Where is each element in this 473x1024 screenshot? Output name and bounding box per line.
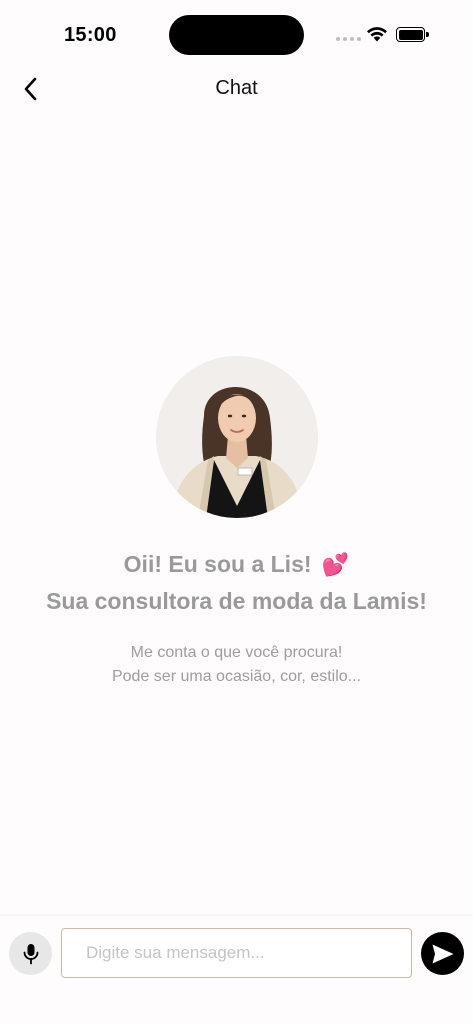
page-title: Chat	[215, 77, 258, 99]
send-button[interactable]	[421, 932, 464, 975]
greeting-line-2: Sua consultora de moda da Lamis!	[46, 588, 427, 614]
greeting-heading: Oii! Eu sou a Lis! 💕 Sua consultora de m…	[0, 546, 473, 619]
dynamic-island	[169, 15, 304, 55]
subtitle-line-2: Pode ser uma ocasião, cor, estilo...	[111, 668, 361, 685]
mic-button[interactable]	[9, 932, 52, 975]
assistant-avatar	[155, 356, 318, 518]
microphone-icon	[23, 943, 38, 964]
message-input[interactable]	[61, 928, 412, 978]
battery-icon	[396, 27, 429, 42]
subtitle-line-1: Me conta o que você procura!	[130, 644, 343, 661]
two-hearts-icon: 💕	[321, 552, 350, 577]
cellular-signal-icon	[336, 37, 361, 41]
chat-screen: 15:00 Chat Oii! Eu sou a Lis! 💕 Sua cons…	[0, 0, 473, 1024]
send-icon	[432, 944, 453, 963]
wifi-icon	[367, 27, 387, 42]
welcome-subtitle: Me conta o que você procura! Pode ser um…	[0, 641, 473, 689]
welcome-section: Oii! Eu sou a Lis! 💕 Sua consultora de m…	[0, 356, 473, 689]
message-composer	[0, 916, 473, 1024]
status-time: 15:00	[64, 24, 117, 46]
status-bar: 15:00	[0, 0, 473, 70]
greeting-line-1: Oii! Eu sou a Lis!	[123, 551, 312, 577]
nav-bar: Chat	[0, 70, 473, 108]
